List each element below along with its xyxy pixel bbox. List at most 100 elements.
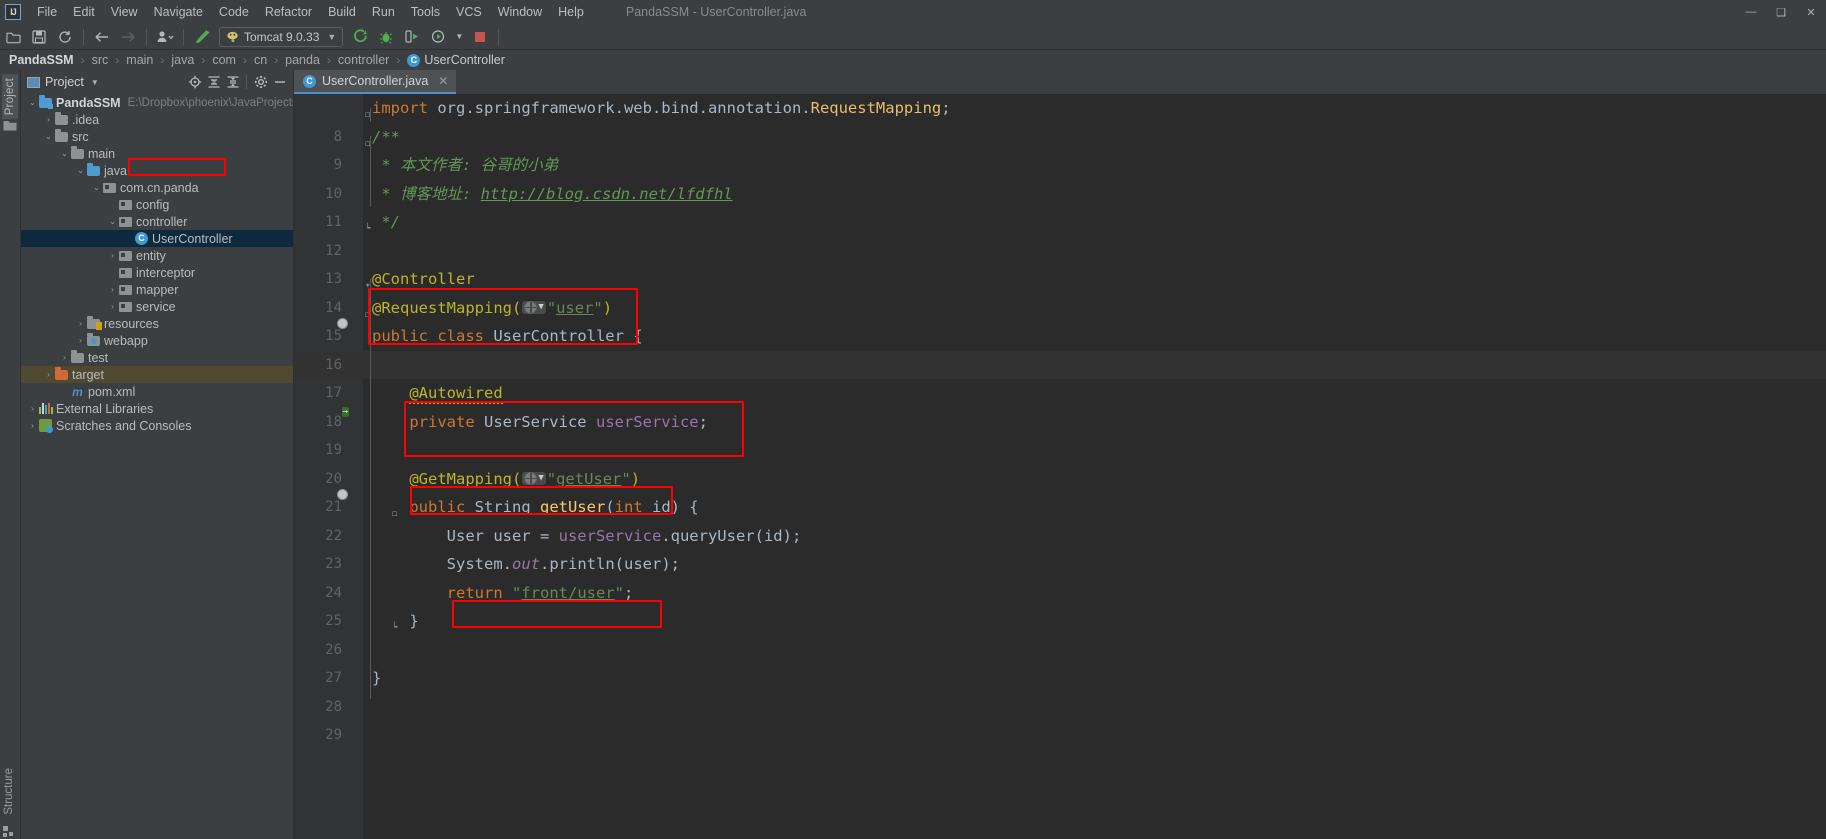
tree-node-config[interactable]: config <box>21 196 293 213</box>
breadcrumb-item-pandassm[interactable]: PandaSSM <box>7 53 76 67</box>
back-icon[interactable] <box>91 26 113 48</box>
web-globe-inlay-hint[interactable]: ▼ <box>522 471 546 485</box>
tree-node-entity[interactable]: › entity <box>21 247 293 264</box>
tree-expand-arrow[interactable]: ⌄ <box>107 217 118 226</box>
tool-tab-project[interactable]: Project <box>2 74 18 120</box>
menu-item-refactor[interactable]: Refactor <box>257 2 320 22</box>
close-icon[interactable]: ✕ <box>438 74 448 88</box>
hide-panel-icon[interactable] <box>270 73 289 92</box>
menu-item-help[interactable]: Help <box>550 2 592 22</box>
breadcrumb-item-cn[interactable]: cn <box>252 53 269 67</box>
tree-expand-arrow[interactable]: › <box>107 302 118 311</box>
tree-node-interceptor[interactable]: interceptor <box>21 264 293 281</box>
menu-item-view[interactable]: View <box>103 2 146 22</box>
save-all-icon[interactable] <box>28 26 50 48</box>
breadcrumb-item-panda[interactable]: panda <box>283 53 322 67</box>
tree-expand-arrow[interactable]: › <box>59 353 70 362</box>
breadcrumb-item-usercontroller[interactable]: C UserController <box>405 53 507 67</box>
breadcrumb-item-controller[interactable]: controller <box>336 53 391 67</box>
expand-all-icon[interactable] <box>204 73 223 92</box>
run-icon[interactable] <box>349 26 371 48</box>
tool-tab-structure[interactable]: Structure <box>3 768 15 815</box>
tree-node-pom-xml[interactable]: m pom.xml <box>21 383 293 400</box>
tree-expand-arrow[interactable]: › <box>43 115 54 124</box>
tree-node-target[interactable]: › target <box>21 366 293 383</box>
tree-node-usercontroller[interactable]: C UserController <box>21 230 293 247</box>
tree-expand-arrow[interactable]: › <box>27 421 38 430</box>
breadcrumb-item-src[interactable]: src <box>90 53 111 67</box>
editor-tab-bar: C UserController.java ✕ <box>294 70 1826 94</box>
tree-expand-arrow[interactable]: ⌄ <box>27 98 38 107</box>
build-hammer-icon[interactable] <box>191 26 213 48</box>
main-toolbar: Tomcat 9.0.33 ▼ ▼ <box>0 24 1826 50</box>
tree-node-external-libraries[interactable]: › External Libraries <box>21 400 293 417</box>
profile-icon[interactable] <box>154 26 176 48</box>
run-with-coverage-icon[interactable] <box>401 26 423 48</box>
tree-node-pandassm[interactable]: ⌄ PandaSSM E:\Dropbox\phoenix\JavaProjects… <box>21 94 293 111</box>
run-configuration-selector[interactable]: Tomcat 9.0.33 ▼ <box>219 26 344 47</box>
menu-item-vcs[interactable]: VCS <box>448 2 490 22</box>
tree-expand-arrow[interactable]: ⌄ <box>59 149 70 158</box>
menu-item-tools[interactable]: Tools <box>403 2 448 22</box>
tree-expand-arrow[interactable]: ⌄ <box>91 183 102 192</box>
favorites-icon[interactable] <box>3 118 17 136</box>
menu-item-window[interactable]: Window <box>490 2 550 22</box>
code-editor[interactable]: 8 ◻ import org.springframework.web.bind.… <box>294 94 1826 839</box>
editor-tab-usercontroller[interactable]: C UserController.java ✕ <box>294 70 457 94</box>
tree-expand-arrow[interactable]: › <box>107 251 118 260</box>
chevron-down-icon[interactable]: ▼ <box>538 302 543 312</box>
spring-mapping-gutter-icon[interactable] <box>346 498 362 514</box>
open-project-icon[interactable] <box>2 26 24 48</box>
tree-expand-arrow[interactable]: › <box>27 404 38 413</box>
tree-node-webapp[interactable]: › webapp <box>21 332 293 349</box>
tree-node-label: config <box>136 197 170 212</box>
menu-item-file[interactable]: File <box>29 2 65 22</box>
locate-file-icon[interactable] <box>185 73 204 92</box>
web-globe-inlay-hint[interactable]: ▼ <box>522 300 546 314</box>
spring-autowired-gutter-icon[interactable] <box>346 413 362 429</box>
tree-expand-arrow[interactable]: ⌄ <box>43 132 54 141</box>
minimize-button[interactable]: — <box>1736 0 1766 24</box>
tree-expand-arrow[interactable]: › <box>107 285 118 294</box>
tree-expand-arrow[interactable]: › <box>75 336 86 345</box>
tree-node-scratches-and-consoles[interactable]: › Scratches and Consoles <box>21 417 293 434</box>
profiler-icon[interactable] <box>427 26 449 48</box>
menu-item-navigate[interactable]: Navigate <box>146 2 211 22</box>
debug-icon[interactable] <box>375 26 397 48</box>
menu-item-code[interactable]: Code <box>211 2 257 22</box>
code-text: * 本文作者: 谷哥的小弟 <box>372 156 559 174</box>
tree-node-test[interactable]: › test <box>21 349 293 366</box>
collapse-all-icon[interactable] <box>223 73 242 92</box>
chevron-down-icon[interactable]: ▼ <box>91 78 99 87</box>
tree-expand-arrow[interactable]: › <box>43 370 54 379</box>
maximize-button[interactable]: ❑ <box>1766 0 1796 24</box>
code-line-27: 27 <box>294 636 1826 686</box>
spring-bean-gutter-icon[interactable] <box>346 327 362 343</box>
dropdown-chevron-icon[interactable]: ▼ <box>453 26 465 48</box>
settings-gear-icon[interactable] <box>251 73 270 92</box>
chevron-down-icon[interactable]: ▼ <box>538 473 543 483</box>
tree-expand-arrow[interactable]: › <box>75 319 86 328</box>
breadcrumb-item-com[interactable]: com <box>210 53 238 67</box>
breadcrumb-item-main[interactable]: main <box>124 53 155 67</box>
tree-expand-arrow[interactable]: ⌄ <box>75 166 86 175</box>
stop-icon[interactable] <box>469 26 491 48</box>
close-button[interactable]: ✕ <box>1796 0 1826 24</box>
tree-node-java[interactable]: ⌄ java <box>21 162 293 179</box>
tree-node-src[interactable]: ⌄ src <box>21 128 293 145</box>
tree-node-com-cn-panda[interactable]: ⌄ com.cn.panda <box>21 179 293 196</box>
project-window-icon <box>27 76 40 88</box>
chevron-down-icon[interactable]: ▼ <box>327 32 336 42</box>
tree-node-main[interactable]: ⌄ main <box>21 145 293 162</box>
tree-node-service[interactable]: › service <box>21 298 293 315</box>
breadcrumb-item-java[interactable]: java <box>169 53 196 67</box>
project-tree: ⌄ PandaSSM E:\Dropbox\phoenix\JavaProjects… <box>21 94 293 434</box>
tree-node-controller[interactable]: ⌄ controller <box>21 213 293 230</box>
tree-node-mapper[interactable]: › mapper <box>21 281 293 298</box>
menu-item-edit[interactable]: Edit <box>65 2 103 22</box>
tree-node-resources[interactable]: › resources <box>21 315 293 332</box>
sync-icon[interactable] <box>54 26 76 48</box>
menu-item-run[interactable]: Run <box>364 2 403 22</box>
tree-node-idea[interactable]: › .idea <box>21 111 293 128</box>
menu-item-build[interactable]: Build <box>320 2 364 22</box>
